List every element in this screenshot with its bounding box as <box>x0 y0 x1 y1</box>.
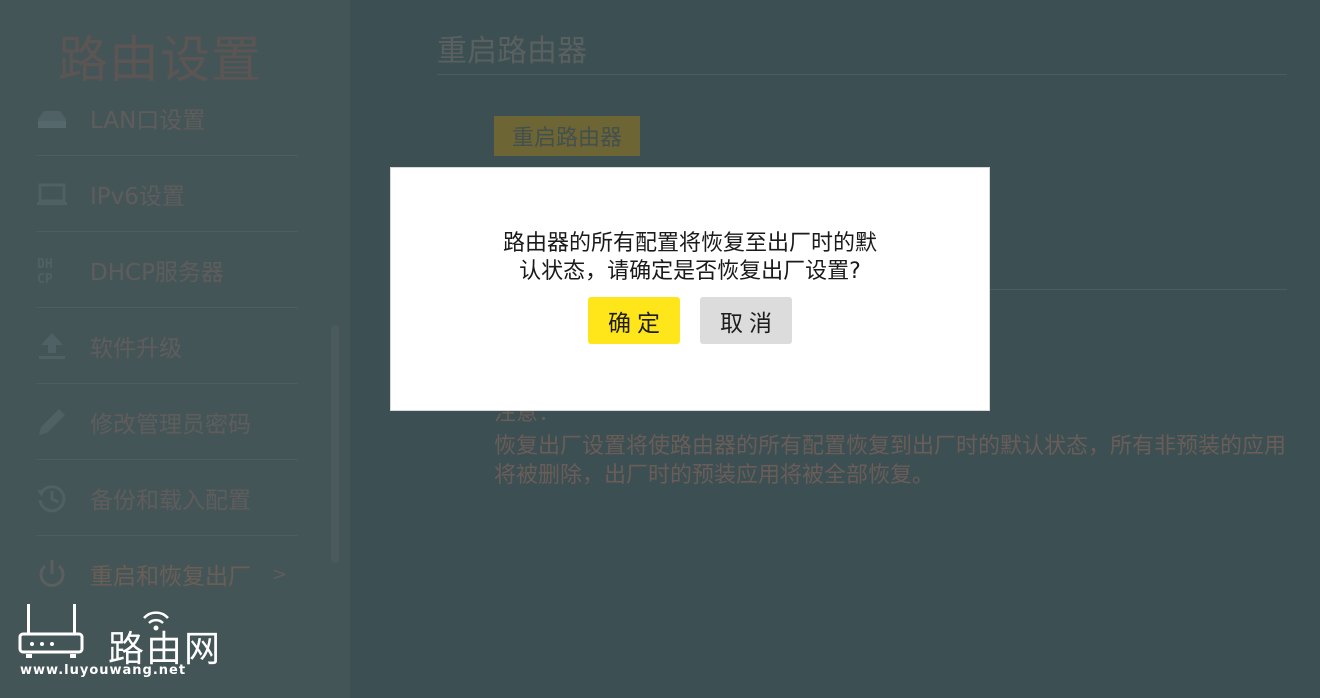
router-icon <box>18 604 84 658</box>
dialog-message-line: 路由器的所有配置将恢复至出厂时的默 <box>502 231 877 256</box>
sidebar-item-backup[interactable]: 备份和载入配置 <box>36 460 298 536</box>
power-icon <box>34 556 70 592</box>
sidebar-item-password[interactable]: 修改管理员密码 <box>36 384 298 460</box>
confirm-button[interactable]: 确定 <box>588 297 680 344</box>
sidebar-item-reboot-reset[interactable]: 重启和恢复出厂 > <box>36 536 298 612</box>
pencil-icon <box>34 404 70 440</box>
svg-text:CP: CP <box>37 272 53 287</box>
cancel-button[interactable]: 取消 <box>700 297 792 344</box>
sidebar-scrollbar[interactable] <box>331 325 339 563</box>
chevron-right-icon: > <box>272 563 288 585</box>
sidebar-item-lan[interactable]: LAN口设置 <box>36 80 298 156</box>
upload-icon <box>34 328 70 364</box>
dhcp-icon: DH CP <box>34 252 70 288</box>
sidebar-item-label: 重启和恢复出厂 <box>90 564 251 590</box>
laptop-icon <box>34 176 70 212</box>
sidebar: 路由设置 LAN口设置 IPv6设置 DH CP DHCP服务器 软件升级 修改… <box>0 0 350 698</box>
note-text: 恢复出厂设置将使路由器的所有配置恢复到出厂时的默认状态，所有非预装的应用将被删除… <box>494 434 1287 488</box>
sidebar-menu: LAN口设置 IPv6设置 DH CP DHCP服务器 软件升级 修改管理员密码… <box>36 80 298 612</box>
title-divider <box>437 74 1287 75</box>
dialog-buttons: 确定 取消 <box>391 297 989 344</box>
page: 路由设置 LAN口设置 IPv6设置 DH CP DHCP服务器 软件升级 修改… <box>0 0 1320 698</box>
sidebar-item-label: LAN口设置 <box>90 107 206 134</box>
sidebar-item-dhcp[interactable]: DH CP DHCP服务器 <box>36 232 298 308</box>
page-title: 重启路由器 <box>437 34 587 69</box>
watermark-logo: 路由网 www.luyouwang.net <box>18 604 220 684</box>
sidebar-item-label: 软件升级 <box>90 335 182 362</box>
sidebar-item-label: IPv6设置 <box>90 183 185 210</box>
sidebar-item-ipv6[interactable]: IPv6设置 <box>36 156 298 232</box>
dialog-message-line: 认状态，请确定是否恢复出厂设置? <box>519 259 861 284</box>
sidebar-item-label: 备份和载入配置 <box>90 487 251 514</box>
watermark-url: www.luyouwang.net <box>20 663 187 678</box>
sidebar-item-upgrade[interactable]: 软件升级 <box>36 308 298 384</box>
sidebar-item-label: 修改管理员密码 <box>90 411 251 438</box>
history-icon <box>34 480 70 516</box>
sidebar-item-label: DHCP服务器 <box>90 259 224 286</box>
confirm-dialog: 路由器的所有配置将恢复至出厂时的默 认状态，请确定是否恢复出厂设置? 确定 取消 <box>390 167 990 411</box>
section-divider <box>990 289 1287 290</box>
house-icon <box>34 100 70 136</box>
reboot-button[interactable]: 重启路由器 <box>494 116 640 156</box>
svg-text:DH: DH <box>37 257 53 272</box>
dialog-message: 路由器的所有配置将恢复至出厂时的默 认状态，请确定是否恢复出厂设置? <box>391 230 989 286</box>
